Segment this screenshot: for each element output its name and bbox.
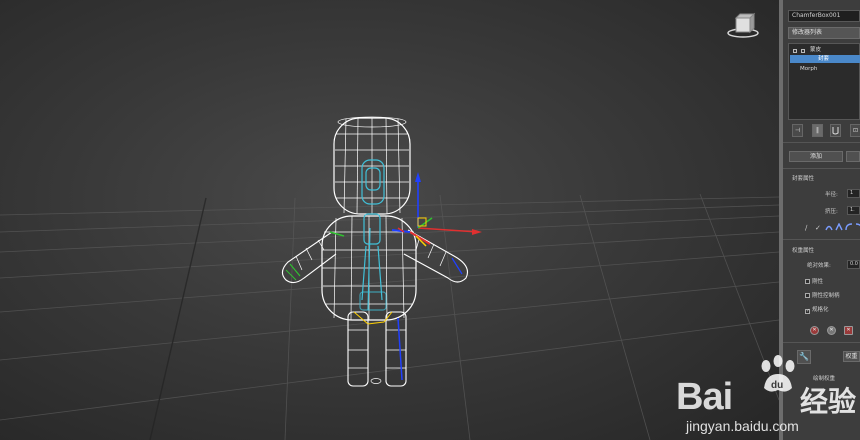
head-mesh xyxy=(333,116,411,215)
character-wireframe xyxy=(281,116,469,387)
normalize-checkbox[interactable]: ✓ 规格化 xyxy=(805,306,829,314)
curve-a-icon[interactable] xyxy=(825,223,833,231)
stack-item-skin[interactable]: 蒙皮 xyxy=(790,46,860,54)
pen-icon[interactable]: ✓ xyxy=(815,224,823,232)
show-end-result-icon[interactable]: ‖ xyxy=(812,124,823,137)
radius-spinner[interactable]: 1 xyxy=(847,189,860,198)
left-arm-mesh xyxy=(281,231,337,284)
baidu-paw-icon: du xyxy=(761,355,795,392)
add-button[interactable]: 添加 xyxy=(789,151,843,162)
exclude-verts-icon[interactable]: ✕ xyxy=(810,326,819,335)
absolute-icon[interactable]: ∕ xyxy=(805,224,813,232)
make-unique-icon[interactable] xyxy=(830,124,841,137)
remove-modifier-icon[interactable]: ⊡ xyxy=(850,124,860,137)
stack-toolbar: ⊣ ‖ ⊡ xyxy=(788,124,860,138)
watermark-url: jingyan.baidu.com xyxy=(686,418,799,434)
squash-label: 挤压: xyxy=(825,209,838,215)
expand-toggle-icon[interactable] xyxy=(793,49,797,53)
perspective-viewport[interactable] xyxy=(0,0,779,440)
stack-item-envelope[interactable]: 封套 xyxy=(790,55,860,63)
legs-mesh xyxy=(347,311,407,387)
viewport-scene xyxy=(0,116,779,440)
baidu-jingyan-watermark: du Bai 经验 jingyan.baidu.com xyxy=(676,354,860,440)
squash-spinner[interactable]: 1. xyxy=(847,206,860,215)
curve-b-icon[interactable] xyxy=(835,222,843,231)
include-verts-icon[interactable]: ✕ xyxy=(827,326,836,335)
add-button-right[interactable] xyxy=(846,151,860,162)
modifier-list-dropdown[interactable]: 修改器列表 xyxy=(788,27,860,39)
envelope-tool-icons: ∕ ✓ xyxy=(805,222,860,234)
object-name-input[interactable]: ChamferBox001 xyxy=(788,10,860,22)
right-arm-mesh xyxy=(403,229,469,283)
checkbox-unchecked[interactable] xyxy=(805,293,810,298)
lightbulb-icon[interactable] xyxy=(801,49,805,53)
checkbox-checked[interactable]: ✓ xyxy=(805,309,810,314)
envelope-properties-title: 封套属性 xyxy=(792,176,815,182)
radius-label: 半径: xyxy=(825,192,838,198)
svg-text:du: du xyxy=(771,380,783,391)
3dsmax-window: ChamferBox001 修改器列表 蒙皮 封套 Morph ⊣ ‖ ⊡ 添加… xyxy=(0,0,860,440)
rigid-checkbox[interactable]: 刚性 xyxy=(805,278,823,286)
select-excluded-icon[interactable]: ✕ xyxy=(844,326,853,335)
pin-stack-icon[interactable]: ⊣ xyxy=(792,124,803,137)
baidu-logo-text: Bai xyxy=(676,376,733,418)
rigid-handles-checkbox[interactable]: 刚性控制柄 xyxy=(805,292,840,300)
absolute-effect-spinner[interactable]: 0.0 xyxy=(847,260,860,269)
viewcube-icon[interactable] xyxy=(726,10,760,40)
modifier-stack-list[interactable]: 蒙皮 封套 Morph xyxy=(788,43,860,120)
curve-d-icon[interactable] xyxy=(855,223,860,231)
home-grid xyxy=(0,193,779,440)
stack-item-morph[interactable]: Morph xyxy=(790,65,860,73)
transform-gizmo xyxy=(415,172,482,235)
jingyan-text: 经验 xyxy=(800,385,857,418)
weight-properties-title: 权重属性 xyxy=(792,248,815,254)
checkbox-unchecked[interactable] xyxy=(805,279,810,284)
curve-c-icon[interactable] xyxy=(845,223,853,231)
absolute-effect-label: 绝对效果: xyxy=(807,263,831,269)
